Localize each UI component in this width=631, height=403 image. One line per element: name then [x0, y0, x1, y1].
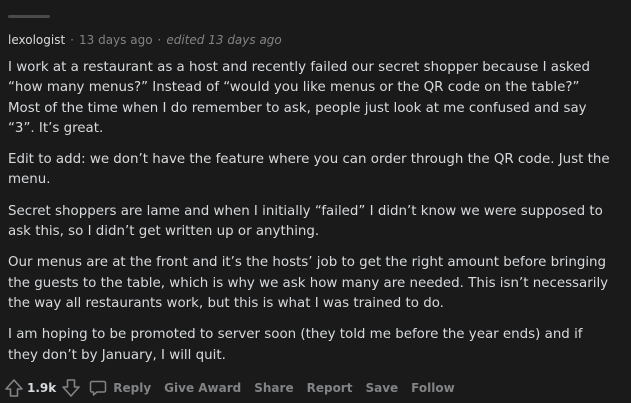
author-link[interactable]: lexologist	[8, 33, 65, 47]
give-award-label: Give Award	[164, 381, 242, 395]
speech-bubble-icon	[89, 379, 113, 397]
comment-paragraph: Edit to add: we don’t have the feature w…	[8, 152, 610, 188]
comment-paragraph: Our menus are at the front and it’s the …	[8, 255, 609, 311]
follow-button[interactable]: Follow	[411, 381, 455, 395]
comment-paragraph: I work at a restaurant as a host and rec…	[8, 60, 590, 136]
timestamp[interactable]: 13 days ago	[79, 33, 153, 47]
share-label: Share	[254, 381, 294, 395]
previous-comment-fragment	[8, 10, 611, 22]
comment-paragraph: Secret shoppers are lame and when I init…	[8, 203, 603, 240]
comment-actions: 1.9k Reply Give Award Share Report Save …	[4, 378, 468, 398]
previous-comment-text-fragment	[8, 14, 50, 18]
report-button[interactable]: Report	[307, 381, 353, 395]
meta-separator: ·	[157, 33, 162, 47]
save-label: Save	[365, 381, 399, 395]
upvote-arrow-icon[interactable]	[4, 378, 24, 398]
edited-timestamp: edited 13 days ago	[166, 33, 282, 47]
comment-paragraph: I am hoping to be promoted to server soo…	[8, 327, 583, 363]
meta-separator: ·	[70, 33, 74, 47]
save-button[interactable]: Save	[365, 381, 398, 395]
follow-label: Follow	[411, 381, 455, 395]
reply-label: Reply	[113, 381, 152, 395]
give-award-button[interactable]: Give Award	[164, 381, 241, 395]
report-label: Report	[306, 381, 353, 395]
vote-score: 1.9k	[27, 381, 57, 395]
reply-button[interactable]: Reply	[89, 379, 151, 397]
share-button[interactable]: Share	[254, 381, 293, 395]
comment: lexologist · 13 days ago · edited 13 day…	[0, 0, 631, 403]
downvote-arrow-icon[interactable]	[61, 378, 81, 398]
vote-controls: 1.9k	[4, 378, 81, 398]
comment-meta: lexologist · 13 days ago · edited 13 day…	[8, 31, 282, 49]
comment-body: I work at a restaurant as a host and rec…	[8, 58, 613, 377]
